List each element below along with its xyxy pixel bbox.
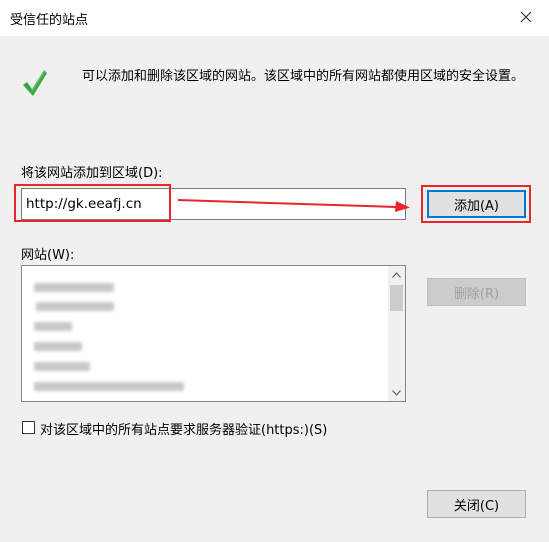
list-item[interactable] [34,342,82,351]
list-item[interactable] [36,302,114,311]
list-item[interactable] [34,362,90,371]
arrow-annotation-icon [178,199,410,212]
close-button[interactable]: 关闭(C) [427,490,526,518]
https-checkbox-label[interactable]: 对该区域中的所有站点要求服务器验证(https:)(S) [40,419,327,438]
close-icon [520,11,532,23]
https-checkbox[interactable] [22,421,35,434]
add-button-highlight-box [421,185,531,223]
list-scrollbar[interactable] [388,266,405,401]
remove-button[interactable]: 删除(R) [427,278,526,306]
scroll-up-button[interactable] [388,266,405,283]
url-highlight-box [14,184,171,222]
sites-label: 网站(W): [21,248,75,263]
close-window-button[interactable] [511,2,541,32]
scroll-down-button[interactable] [388,384,405,401]
sites-list[interactable] [21,265,406,402]
checkmark-icon [23,70,47,96]
list-item[interactable] [34,322,72,331]
scroll-thumb[interactable] [390,285,403,311]
list-item[interactable] [34,283,114,292]
list-item[interactable] [34,382,184,391]
chevron-down-icon [392,389,401,396]
window-title: 受信任的站点 [10,13,89,28]
add-url-label: 将该网站添加到区域(D): [21,166,163,181]
chevron-up-icon [392,271,401,278]
title-bar: 受信任的站点 [0,0,549,36]
zone-description: 可以添加和删除该区域的网站。该区域中的所有网站都使用区域的安全设置。 [82,69,525,84]
